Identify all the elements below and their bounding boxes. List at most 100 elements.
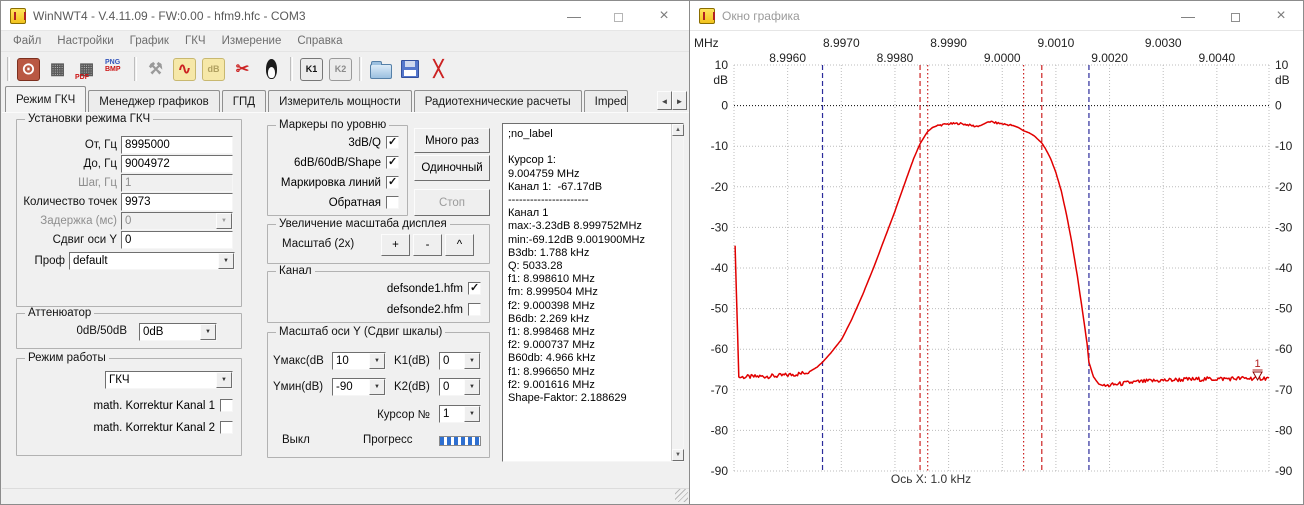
sweep-stop-button[interactable]: Стоп xyxy=(414,189,490,216)
k1-label: K1(dB) xyxy=(394,355,436,367)
group-channel: Канал defsonde1.hfm✓defsonde2.hfm xyxy=(267,271,490,323)
tab-impedance[interactable]: Imped xyxy=(584,90,628,112)
scroll-up-icon[interactable]: ▲ xyxy=(672,124,684,136)
from-hz-input[interactable]: 8995000 xyxy=(121,136,233,154)
menu-item-file[interactable]: Файл xyxy=(5,35,49,47)
print-pdf-icon[interactable]: ▦PDF xyxy=(73,56,100,83)
pdf-text: PDF xyxy=(75,74,89,81)
y-tick-label: -10 xyxy=(711,139,729,153)
menu-item-graph[interactable]: График xyxy=(122,35,177,47)
menu-item-measure[interactable]: Измерение xyxy=(214,35,290,47)
chevron-down-icon[interactable]: ▼ xyxy=(216,213,232,229)
group-level-markers-caption: Маркеры по уровню xyxy=(276,119,389,131)
channel-defsonde1-checkbox[interactable]: ✓ xyxy=(468,282,481,295)
graph-maximize-button[interactable] xyxy=(1220,5,1250,27)
attenuator-combo[interactable]: 0dB ▼ xyxy=(139,323,217,341)
korrektur-2: math. Korrektur Kanal 2 xyxy=(21,421,233,434)
tab-rf-calculations[interactable]: Радиотехнические расчеты xyxy=(414,90,582,112)
channel-defsonde2-checkbox[interactable] xyxy=(468,303,481,316)
x-tick-label: 8.9960 xyxy=(769,51,806,65)
info-scrollbar[interactable]: ▲ ▼ xyxy=(671,124,683,461)
delay-ms-combo[interactable]: 0▼ xyxy=(121,212,233,230)
zoom-out-button[interactable]: - xyxy=(413,234,442,256)
zoom-reset-button[interactable]: ^ xyxy=(445,234,474,256)
korrektur-1-checkbox[interactable] xyxy=(220,399,233,412)
y-tick-label: 0 xyxy=(721,99,728,113)
menu-item-help[interactable]: Справка xyxy=(289,35,350,47)
korrektur-2-checkbox[interactable] xyxy=(220,421,233,434)
graph-close-button[interactable]: × xyxy=(1266,5,1296,27)
main-titlebar[interactable]: WinNWT4 - V.4.11.09 - FW:0.00 - hfm9.hfc… xyxy=(1,1,690,31)
print-icon[interactable]: ▦ xyxy=(44,56,71,83)
resize-grip[interactable] xyxy=(675,489,688,502)
save-file-icon[interactable] xyxy=(396,56,423,83)
settings-tools-icon[interactable]: ⚒ xyxy=(142,56,169,83)
export-png-bmp-icon[interactable]: PNGBMP xyxy=(102,56,129,83)
sweep-curve-icon[interactable]: ∿ xyxy=(171,56,198,83)
info-text: ;no_label Курсор 1: 9.004759 MHz Канал 1… xyxy=(508,128,669,459)
tab-graph-manager[interactable]: Менеджер графиков xyxy=(88,90,220,112)
tux-icon[interactable] xyxy=(258,56,285,83)
tux-glyph xyxy=(264,59,279,80)
sweep-continuous-button[interactable]: Много раз xyxy=(414,128,490,153)
open-glyph xyxy=(370,64,392,79)
chevron-down-icon[interactable]: ▼ xyxy=(369,379,385,395)
ymin-combo[interactable]: -90 ▼ xyxy=(332,378,386,396)
profile-combo[interactable]: default▼ xyxy=(69,252,235,270)
x-tick-label: 8.9990 xyxy=(930,36,967,50)
work-mode-combo[interactable]: ГКЧ ▼ xyxy=(105,371,233,389)
to-hz-input[interactable]: 9004972 xyxy=(121,155,233,173)
tab-scroll-left-icon[interactable]: ◄ xyxy=(657,91,672,110)
power-icon-glyph: ⊙ xyxy=(17,58,40,81)
y-shift-input[interactable]: 0 xyxy=(121,231,233,249)
marker-3db-q-checkbox[interactable]: ✓ xyxy=(386,136,399,149)
y-tick-label: -20 xyxy=(1275,180,1293,194)
ymax-label: Yмакс(dB xyxy=(273,355,329,367)
k2-channel-icon[interactable]: K2 xyxy=(327,56,354,83)
graph-titlebar[interactable]: Окно графика — × xyxy=(690,1,1303,31)
k1-channel-icon[interactable]: K1 xyxy=(298,56,325,83)
open-file-icon[interactable] xyxy=(367,56,394,83)
step-hz-input[interactable]: 1 xyxy=(121,174,233,192)
graph-minimize-button[interactable]: — xyxy=(1173,5,1203,27)
from-hz-value: 8995000 xyxy=(122,139,170,151)
chevron-down-icon[interactable]: ▼ xyxy=(216,372,232,388)
marker-inverse-checkbox[interactable] xyxy=(386,196,399,209)
points-count-input[interactable]: 9973 xyxy=(121,193,233,211)
cursor-flag-label[interactable]: 1 xyxy=(1255,358,1261,370)
tab-scroll-right-icon[interactable]: ► xyxy=(672,91,687,110)
marker-line-marking-checkbox[interactable]: ✓ xyxy=(386,176,399,189)
y-tick-label: -30 xyxy=(1275,220,1293,234)
tab-power-meter[interactable]: Измеритель мощности xyxy=(268,90,412,112)
scroll-down-icon[interactable]: ▼ xyxy=(672,449,684,461)
sweep-single-button[interactable]: Одиночный xyxy=(414,155,490,181)
minimize-button[interactable]: — xyxy=(559,5,589,27)
menu-item-gkc[interactable]: ГКЧ xyxy=(177,35,214,47)
quit-icon[interactable]: ╳ xyxy=(425,56,452,83)
cursor-number-combo[interactable]: 1 ▼ xyxy=(439,405,481,423)
tab-scroll: ◄► xyxy=(657,91,687,110)
menu-item-settings[interactable]: Настройки xyxy=(49,35,121,47)
chevron-down-icon[interactable]: ▼ xyxy=(218,253,234,269)
k1-combo[interactable]: 0 ▼ xyxy=(439,352,481,370)
power-icon[interactable]: ⊙ xyxy=(15,56,42,83)
ymax-combo[interactable]: 10 ▼ xyxy=(332,352,386,370)
y-tick-label: -50 xyxy=(711,302,729,316)
tab-sweep-mode[interactable]: Режим ГКЧ xyxy=(5,86,86,112)
tabbar: Режим ГКЧМенеджер графиковГПДИзмеритель … xyxy=(1,86,690,112)
chevron-down-icon[interactable]: ▼ xyxy=(464,406,480,422)
maximize-button[interactable] xyxy=(603,5,633,27)
close-button[interactable]: × xyxy=(649,5,679,27)
x-axis-caption: Ось X: 1.0 kHz xyxy=(891,472,971,486)
k2-combo[interactable]: 0 ▼ xyxy=(439,378,481,396)
marker-6db-60db-shape-checkbox[interactable]: ✓ xyxy=(386,156,399,169)
chevron-down-icon[interactable]: ▼ xyxy=(464,379,480,395)
zoom-in-button[interactable]: + xyxy=(381,234,410,256)
chevron-down-icon[interactable]: ▼ xyxy=(200,324,216,340)
chevron-down-icon[interactable]: ▼ xyxy=(369,353,385,369)
chevron-down-icon[interactable]: ▼ xyxy=(464,353,480,369)
info-panel[interactable]: ;no_label Курсор 1: 9.004759 MHz Канал 1… xyxy=(502,123,684,462)
knife-icon[interactable]: ✂ xyxy=(229,56,256,83)
db-scale-icon[interactable]: dB xyxy=(200,56,227,83)
tab-vfo[interactable]: ГПД xyxy=(222,90,266,112)
